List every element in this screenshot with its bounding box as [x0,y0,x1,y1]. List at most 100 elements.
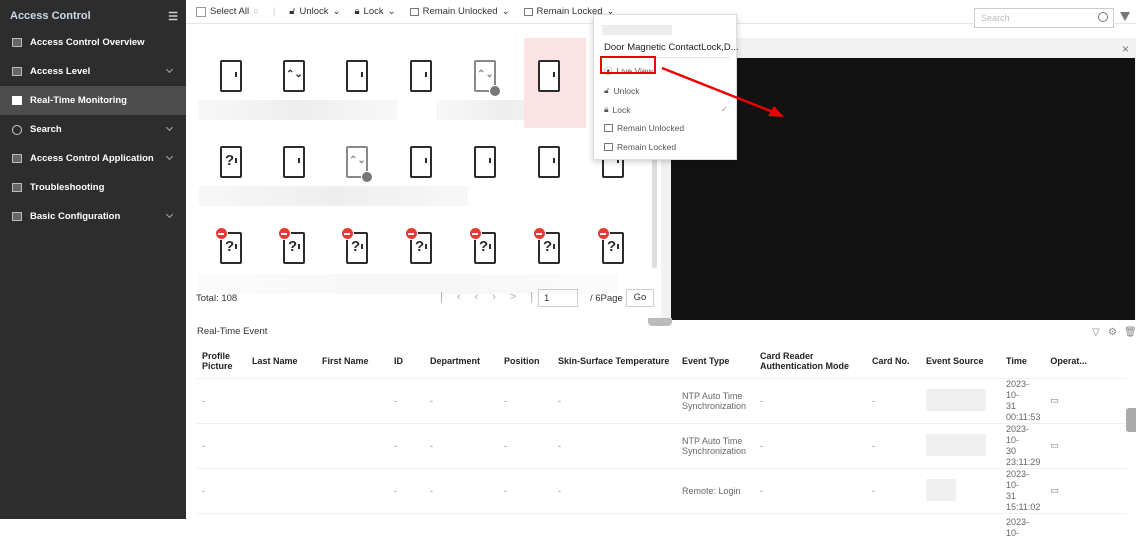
sidebar-item-label: Basic Configuration [30,211,121,222]
column-header[interactable]: Event Source [921,344,1001,378]
door-icon[interactable] [538,60,560,92]
close-icon[interactable]: × [1122,42,1129,56]
filter-icon[interactable]: ▽ [1092,327,1100,338]
filter-icon[interactable] [1120,12,1130,21]
select-all-checkbox[interactable]: Select All ○ [196,6,259,17]
sidebar-item-access-control-application[interactable]: Access Control Application [0,144,186,173]
door-icon[interactable] [346,60,368,92]
door-open-timed-icon[interactable]: ⌃⌄ [474,60,501,97]
remain-locked-icon [523,7,533,16]
card-no-cell: - [867,422,921,468]
event-source-cell [921,377,1001,423]
view-details-icon[interactable]: ▭ [1050,395,1059,405]
department-cell: - [425,377,499,423]
door-offline-icon[interactable]: ? [533,227,560,264]
table-row[interactable]: 2023-10- [197,512,1127,556]
door-icon[interactable] [410,60,432,92]
temperature-cell [553,512,677,556]
last-name-cell [247,512,317,556]
side-panel-handle[interactable] [1126,408,1136,432]
sidebar-item-troubleshooting[interactable]: Troubleshooting [0,173,186,202]
delete-icon[interactable]: 🗑︎ [1124,327,1136,338]
door-open-icon[interactable]: ⌃⌄ [283,60,305,92]
id-cell [389,512,425,556]
application-icon [12,154,22,163]
lock-button[interactable]: 🔒︎ Lock ⌄ [354,6,395,17]
table-row[interactable]: - -- -- NTP Auto Time Synchronization - -… [197,377,1127,423]
door-offline-icon[interactable]: ? [469,227,496,264]
column-header[interactable]: Department [425,344,499,378]
collapse-sidebar-icon[interactable]: ☰ [168,10,178,23]
column-header[interactable]: Event Type [677,344,755,378]
door-offline-icon[interactable]: ? [405,227,432,264]
door-icon[interactable] [474,146,496,178]
go-button[interactable]: Go [626,289,654,307]
event-source-cell [921,512,1001,556]
search-icon [12,124,22,135]
column-header[interactable]: Profile Picture [197,344,247,378]
sidebar-item-real-time-monitoring[interactable]: Real-Time Monitoring [0,86,186,115]
column-settings-icon[interactable]: ⚙ [1108,327,1117,338]
sidebar-item-label: Search [30,124,62,135]
column-header[interactable]: Last Name [247,344,317,378]
events-title: Real-Time Event [197,326,268,337]
column-header[interactable]: ID [389,344,425,378]
table-row[interactable]: - -- -- Remote: Login - - 2023-10- 31 15:11… [197,467,1127,513]
last-name-cell [247,377,317,423]
sidebar-item-access-level[interactable]: Access Level [0,57,186,86]
column-header[interactable]: Time [1001,344,1045,378]
unlock-button[interactable]: 🔓︎ Unlock ⌄ [289,6,340,17]
table-row[interactable]: - -- -- NTP Auto Time Synchronization - -… [197,422,1127,468]
remain-unlocked-label: Remain Unlocked [422,6,498,17]
door-open-timed-icon[interactable]: ⌃⌄ [346,146,373,183]
door-offline-icon[interactable]: ? [597,227,624,264]
door-icon[interactable] [410,146,432,178]
first-name-cell [317,377,389,423]
door-icon[interactable] [538,146,560,178]
sidebar-item-label: Access Level [30,66,91,77]
search-input[interactable]: Search [974,8,1114,28]
sidebar: Access Control ☰ Access Control Overview… [0,0,186,519]
column-header[interactable]: Operat... [1045,344,1127,378]
department-cell: - [425,467,499,513]
search-icon[interactable] [1098,12,1108,22]
sidebar-item-basic-configuration[interactable]: Basic Configuration [0,202,186,231]
time-cell: 2023-10- 31 00:11:53 [1001,377,1046,423]
menu-item-unlock[interactable]: 🔓︎ Unlock [604,85,640,96]
door-offline-icon[interactable]: ? [215,227,242,264]
chevron-down-icon [165,65,174,74]
profile-cell [197,512,247,556]
menu-item-remain-locked[interactable]: Remain Locked [604,142,676,152]
pager: Total: 108 |‹‹›>| 1 / 6Page Go [186,288,658,310]
event-type-cell: NTP Auto Time Synchronization [677,377,755,423]
menu-item-label: Unlock [613,85,640,96]
door-unknown-icon[interactable]: ? [220,146,242,178]
redacted-blur [926,433,986,456]
view-details-icon[interactable]: ▭ [1050,440,1059,450]
time-part: 00:11:53 [1006,411,1041,422]
position-cell: - [499,377,553,423]
camera-icon [12,96,22,105]
door-offline-icon[interactable]: ? [278,227,305,264]
column-header[interactable]: First Name [317,344,389,378]
door-icon[interactable] [283,146,305,178]
sidebar-item-access-control-overview[interactable]: Access Control Overview [0,28,186,57]
troubleshooting-icon [12,183,22,192]
door-icon[interactable] [220,60,242,92]
operation-cell: ▭ [1045,377,1127,423]
time-part: 23:11:29 [1006,456,1041,467]
page-input[interactable]: 1 [538,289,578,307]
auth-mode-cell: - [755,467,867,513]
column-header[interactable]: Position [499,344,553,378]
view-details-icon[interactable]: ▭ [1050,485,1059,495]
column-header[interactable]: Card Reader Authentication Mode [755,344,867,378]
sidebar-item-search[interactable]: Search [0,115,186,144]
column-header[interactable]: Skin-Surface Temperature [553,344,677,378]
door-offline-icon[interactable]: ? [341,227,368,264]
menu-item-remain-unlocked[interactable]: Remain Unlocked [604,123,684,133]
door-name-blur [198,186,468,206]
pager-nav-icons[interactable]: |‹‹›>| [440,291,547,303]
time-part: 31 [1006,490,1017,501]
column-header[interactable]: Card No. [867,344,921,378]
remain-unlocked-button[interactable]: Remain Unlocked ⌄ [409,6,510,17]
